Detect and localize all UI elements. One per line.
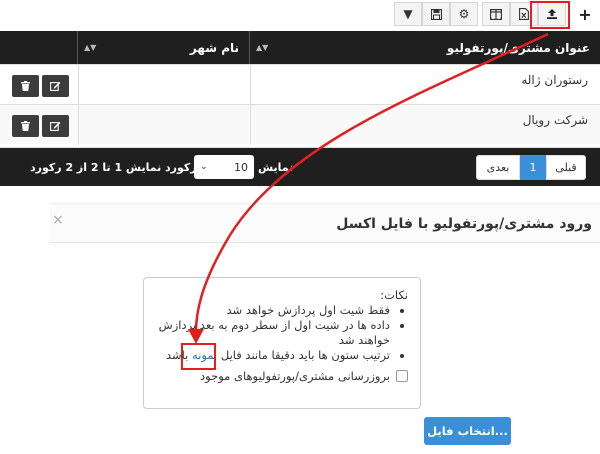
columns-icon <box>490 8 502 20</box>
note-item: فقط شیت اول پردازش خواهد شد <box>152 303 390 318</box>
update-existing-label: بروزرسانی مشتری/پورتفولیوهای موجود <box>200 369 390 383</box>
update-existing-checkbox[interactable] <box>396 370 408 382</box>
choose-file-button[interactable]: انتخاب فایل... <box>424 417 511 445</box>
edit-button[interactable] <box>42 115 69 137</box>
data-table: ▲▼ عنوان مشتری/پورتفولیو ▲▼ نام شهر رستو… <box>0 28 600 148</box>
page-button-1[interactable]: 1 <box>520 155 546 180</box>
column-header-title[interactable]: ▲▼ عنوان مشتری/پورتفولیو <box>250 31 600 64</box>
delete-button[interactable] <box>12 75 39 97</box>
column-header-city[interactable]: ▲▼ نام شهر <box>78 31 250 64</box>
cell-customer-title: شرکت رویال <box>250 105 600 145</box>
notes-title: نکات: <box>380 288 408 302</box>
cell-city <box>78 65 250 105</box>
cell-city <box>78 105 250 145</box>
save-button[interactable] <box>422 2 450 26</box>
column-header-actions <box>0 31 78 64</box>
page-size-value: 10 <box>234 160 248 174</box>
edit-icon <box>50 81 61 91</box>
edit-button[interactable] <box>42 75 69 97</box>
prev-page-button[interactable]: قبلی <box>546 155 586 180</box>
close-icon[interactable]: × <box>52 212 64 228</box>
excel-icon <box>519 8 529 20</box>
filter-icon: ▼ <box>403 7 413 21</box>
gear-icon: ⚙ <box>458 7 470 21</box>
table-header: ▲▼ عنوان مشتری/پورتفولیو ▲▼ نام شهر <box>0 31 600 64</box>
page-size-suffix: رکورد <box>165 160 197 174</box>
save-icon <box>430 8 442 20</box>
update-existing-row: بروزرسانی مشتری/پورتفولیوهای موجود <box>152 369 408 383</box>
trash-icon <box>21 121 30 131</box>
pagination-bar: نمایش 1 تا 2 از 2 رکورد رکورد ⌄ 10 نمایش… <box>0 148 600 186</box>
trash-icon <box>21 81 30 91</box>
sort-icon: ▲▼ <box>84 43 97 52</box>
modal-title: ورود مشتری/پورتفولیو با فایل اکسل <box>336 216 592 232</box>
plus-icon: + <box>578 4 592 24</box>
filter-button[interactable]: ▼ <box>394 2 422 26</box>
page-size-select[interactable]: ⌄ 10 <box>194 155 254 179</box>
columns-button[interactable] <box>482 2 510 26</box>
page-size-prefix: نمایش <box>258 160 294 174</box>
edit-icon <box>50 121 61 131</box>
toolbar: ▼ ⚙ + <box>0 0 600 29</box>
table-row[interactable]: رستوران ژاله <box>0 64 600 105</box>
cell-customer-title: رستوران ژاله <box>250 65 600 105</box>
next-page-button[interactable]: بعدی <box>476 155 520 180</box>
add-button[interactable]: + <box>574 2 596 26</box>
sort-icon: ▲▼ <box>256 43 269 52</box>
pagination-info: نمایش 1 تا 2 از 2 رکورد <box>30 160 162 174</box>
chevron-down-icon: ⌄ <box>200 162 208 172</box>
modal-header: ورود مشتری/پورتفولیو با فایل اکسل × <box>50 203 600 243</box>
delete-button[interactable] <box>12 115 39 137</box>
settings-button[interactable]: ⚙ <box>450 2 478 26</box>
table-row[interactable]: شرکت رویال <box>0 104 600 145</box>
sample-link-highlight <box>181 343 216 370</box>
upload-button-highlight <box>530 1 570 29</box>
